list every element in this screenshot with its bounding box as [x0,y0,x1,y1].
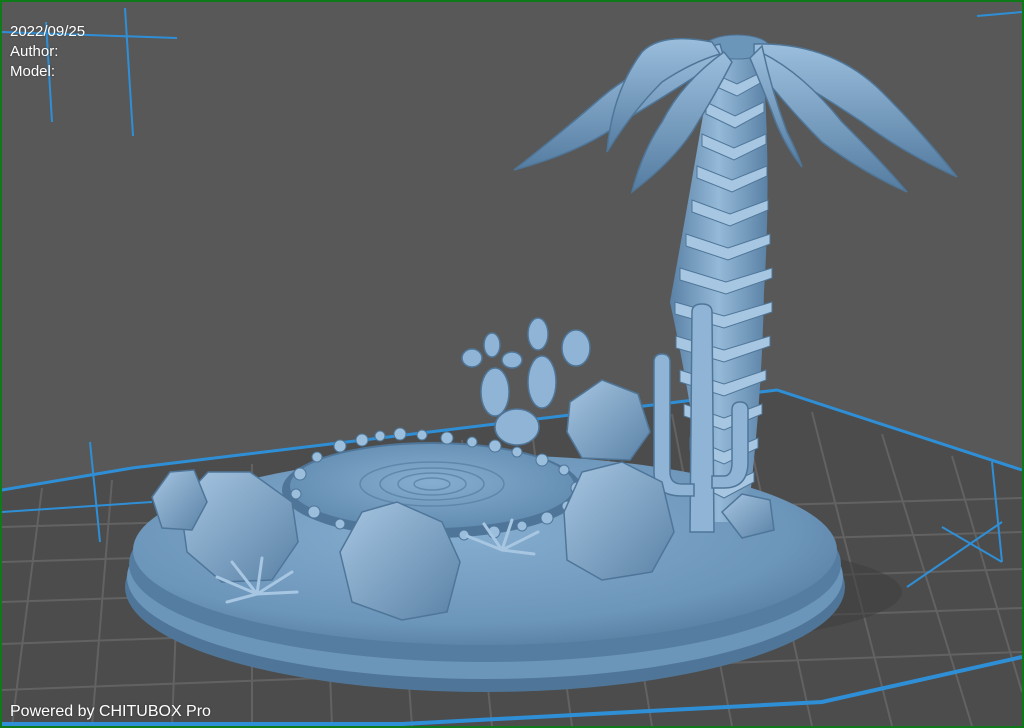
scene-canvas[interactable] [2,2,1022,726]
viewport-3d[interactable]: 2022/09/25 Author: Model: Powered by CHI… [2,2,1022,726]
author-label: Author: [10,43,59,60]
model-info-overlay: 2022/09/25 Author: Model: [10,22,85,82]
print-date: 2022/09/25 [10,23,86,40]
rock-back-right [566,379,651,461]
model-label: Model: [10,63,56,80]
rock-front-right [563,461,675,581]
powered-by-label: Powered by CHITUBOX Pro [10,703,211,720]
